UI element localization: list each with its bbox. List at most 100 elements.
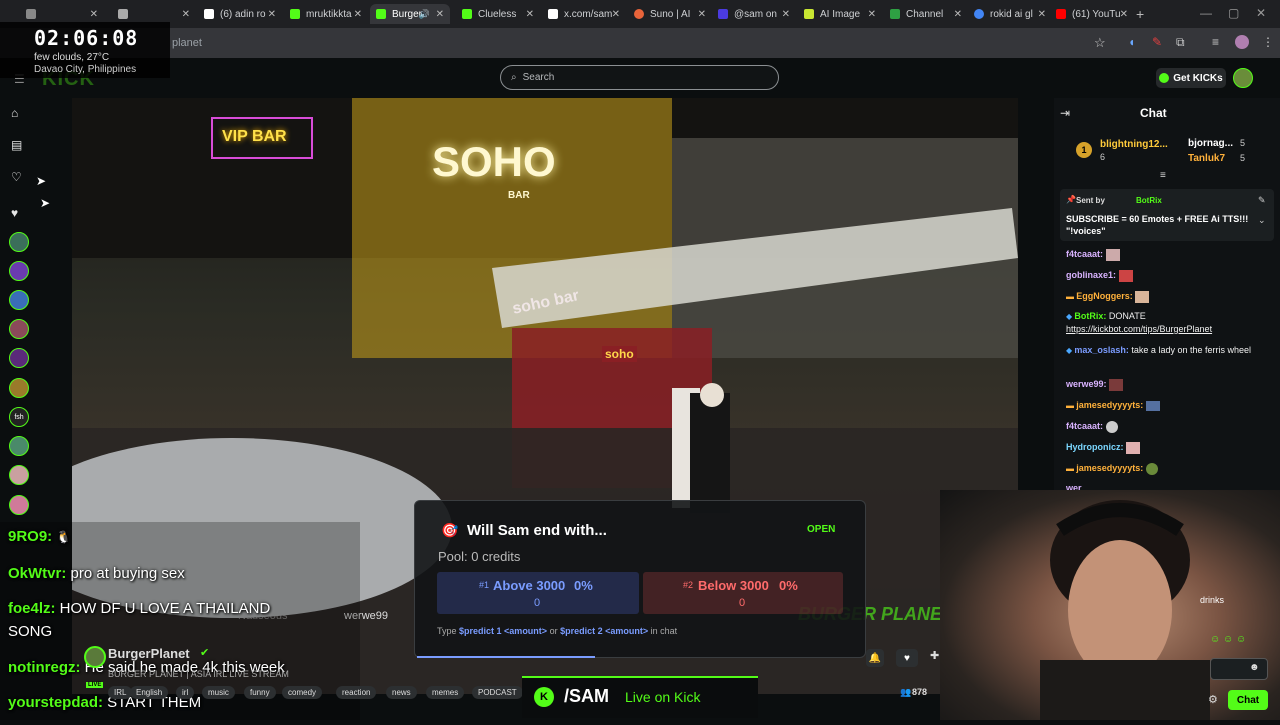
extension-icon[interactable]: ◖ bbox=[1128, 35, 1135, 49]
pinned-sender[interactable]: BotRix bbox=[1136, 196, 1162, 205]
prediction-option-2[interactable]: #2 Below 3000 0% 0 bbox=[643, 572, 843, 614]
soho-sign: SOHO bbox=[432, 138, 556, 185]
stream-tag[interactable]: funny bbox=[244, 686, 276, 699]
stream-tag[interactable]: PODCAST bbox=[472, 686, 523, 699]
prediction-status: OPEN bbox=[807, 524, 836, 535]
followed-channel-avatar[interactable] bbox=[9, 319, 29, 339]
stream-tag[interactable]: music bbox=[202, 686, 235, 699]
follow-heart-icon[interactable]: ♥ bbox=[896, 649, 918, 667]
expand-leaderboard-icon[interactable]: ≡ bbox=[1160, 170, 1166, 181]
stream-tag[interactable]: reaction bbox=[336, 686, 377, 699]
streamer-name[interactable]: BurgerPlanet bbox=[108, 646, 190, 661]
profile-avatar[interactable] bbox=[1235, 35, 1249, 49]
followed-channel-avatar[interactable] bbox=[9, 232, 29, 252]
leaderboard-user[interactable]: Tanluk7 bbox=[1188, 153, 1225, 164]
collapse-chat-icon[interactable]: ⇥ bbox=[1060, 106, 1070, 120]
chevron-down-icon[interactable]: ⌄ bbox=[1258, 215, 1266, 226]
close-icon[interactable]: ✕ bbox=[182, 9, 190, 20]
browser-tab[interactable]: x.com/sam ✕ bbox=[542, 4, 626, 24]
followed-channel-avatar[interactable] bbox=[9, 261, 29, 281]
leaderboard-count: 6 bbox=[1100, 152, 1106, 162]
followed-channel-avatar[interactable] bbox=[9, 348, 29, 368]
prediction-option-1[interactable]: #1 Above 3000 0% 0 bbox=[437, 572, 639, 614]
browser-tab[interactable]: ✕ bbox=[20, 4, 104, 24]
bookmark-star-icon[interactable]: ☆ bbox=[1094, 35, 1106, 51]
extension-icon[interactable]: ✎ bbox=[1152, 35, 1162, 49]
close-icon[interactable]: ✕ bbox=[354, 9, 362, 20]
browser-tab[interactable]: @sam on ✕ bbox=[712, 4, 796, 24]
stream-tag[interactable]: English bbox=[130, 686, 169, 699]
get-kicks-button[interactable]: Get KICKs bbox=[1156, 68, 1226, 88]
close-icon[interactable]: ✕ bbox=[90, 9, 98, 20]
home-icon[interactable]: ⌂ bbox=[11, 106, 18, 120]
followed-channel-avatar[interactable] bbox=[9, 378, 29, 398]
window-close-icon[interactable]: ✕ bbox=[1256, 6, 1266, 20]
stream-tag[interactable]: comedy bbox=[282, 686, 323, 699]
streamer-avatar[interactable] bbox=[84, 646, 106, 668]
overlay-chat-message: OkWtvr: pro at buying sex bbox=[8, 565, 185, 582]
media-icon[interactable]: ≡ bbox=[1212, 35, 1219, 49]
close-icon[interactable]: ✕ bbox=[612, 9, 620, 20]
emote-picker-icon[interactable]: ☺ ☺ ☺ bbox=[1210, 634, 1246, 645]
url-field[interactable]: planet bbox=[172, 37, 202, 49]
leaderboard-count: 5 bbox=[1240, 138, 1246, 148]
close-icon[interactable]: ✕ bbox=[868, 9, 876, 20]
chat-link[interactable]: https://kickbot.com/tips/BurgerPlanet bbox=[1066, 323, 1276, 335]
viewer-count: 878 bbox=[912, 687, 928, 697]
following-heart-icon[interactable]: ♡ bbox=[11, 170, 22, 184]
puzzle-icon[interactable]: ⧉ bbox=[1176, 35, 1185, 50]
leaderboard-user[interactable]: bjornag... bbox=[1188, 138, 1233, 149]
user-avatar[interactable] bbox=[1233, 68, 1253, 88]
notification-bell-icon[interactable]: 🔔 bbox=[866, 649, 884, 667]
kick-icon bbox=[290, 9, 300, 19]
close-icon[interactable]: ✕ bbox=[698, 9, 706, 20]
browser-tab[interactable]: AI Image ✕ bbox=[798, 4, 882, 24]
chat-message: goblinaxe1: bbox=[1066, 269, 1276, 282]
stream-tag[interactable]: irl bbox=[176, 686, 195, 699]
browser-tab[interactable]: mruktikkta ✕ bbox=[284, 4, 368, 24]
followed-channel-avatar[interactable] bbox=[9, 290, 29, 310]
stream-tag[interactable]: IRL bbox=[108, 686, 133, 699]
browser-tab[interactable]: (6) adin ro ✕ bbox=[198, 4, 282, 24]
browse-icon[interactable]: ▤ bbox=[11, 138, 22, 152]
close-icon[interactable]: ✕ bbox=[782, 9, 790, 20]
browser-tab[interactable]: (61) YouTu ✕ bbox=[1050, 4, 1134, 24]
send-chat-button[interactable]: Chat bbox=[1228, 690, 1268, 710]
chat-input[interactable]: ☻ bbox=[1210, 658, 1268, 680]
settings-gear-icon[interactable]: ⚙ bbox=[1208, 693, 1218, 706]
close-icon[interactable]: ✕ bbox=[526, 9, 534, 20]
unpin-icon[interactable]: ✎ bbox=[1258, 195, 1266, 206]
menu-dots-icon[interactable]: ⋮ bbox=[1262, 35, 1274, 49]
browser-tab[interactable]: ✕ bbox=[112, 4, 196, 24]
close-icon[interactable]: ✕ bbox=[1120, 9, 1128, 20]
emoji-icon[interactable]: ☻ bbox=[1249, 662, 1260, 673]
browser-tab[interactable]: Clueless ✕ bbox=[456, 4, 540, 24]
close-icon[interactable]: ✕ bbox=[436, 9, 444, 20]
followed-channel-avatar[interactable] bbox=[9, 436, 29, 456]
heart-icon[interactable]: ♥ bbox=[11, 206, 18, 220]
browser-tab-active[interactable]: Burger 🔊 ✕ bbox=[370, 4, 450, 24]
speaker-icon[interactable]: 🔊 bbox=[419, 9, 430, 20]
stream-tag[interactable]: news bbox=[386, 686, 417, 699]
gift-icon[interactable]: ✚ bbox=[930, 649, 939, 662]
browser-tab[interactable]: Suno | AI ✕ bbox=[628, 4, 712, 24]
browser-tab[interactable]: Channel ✕ bbox=[884, 4, 968, 24]
suno-icon bbox=[634, 9, 644, 19]
followed-channel-avatar[interactable]: fsh bbox=[9, 407, 29, 427]
browser-tab[interactable]: rokid ai gl ✕ bbox=[968, 4, 1052, 24]
mouse-cursor-icon: ➤ bbox=[36, 174, 47, 188]
stream-tag[interactable]: memes bbox=[426, 686, 465, 699]
close-icon[interactable]: ✕ bbox=[1038, 9, 1046, 20]
followed-channel-avatar[interactable] bbox=[9, 465, 29, 485]
leaderboard-user[interactable]: blightning12... bbox=[1100, 139, 1168, 150]
followed-channel-avatar[interactable] bbox=[9, 495, 29, 515]
man-figure bbox=[690, 393, 730, 513]
maximize-icon[interactable]: ▢ bbox=[1228, 6, 1239, 20]
search-input[interactable]: ⌕ Search bbox=[500, 65, 779, 90]
new-tab-button[interactable]: + bbox=[1136, 6, 1144, 22]
close-icon[interactable]: ✕ bbox=[268, 9, 276, 20]
close-icon[interactable]: ✕ bbox=[954, 9, 962, 20]
tab-favicon-icon bbox=[118, 9, 128, 19]
prediction-question: Will Sam end with... bbox=[467, 522, 607, 539]
minimize-icon[interactable]: — bbox=[1200, 6, 1212, 20]
